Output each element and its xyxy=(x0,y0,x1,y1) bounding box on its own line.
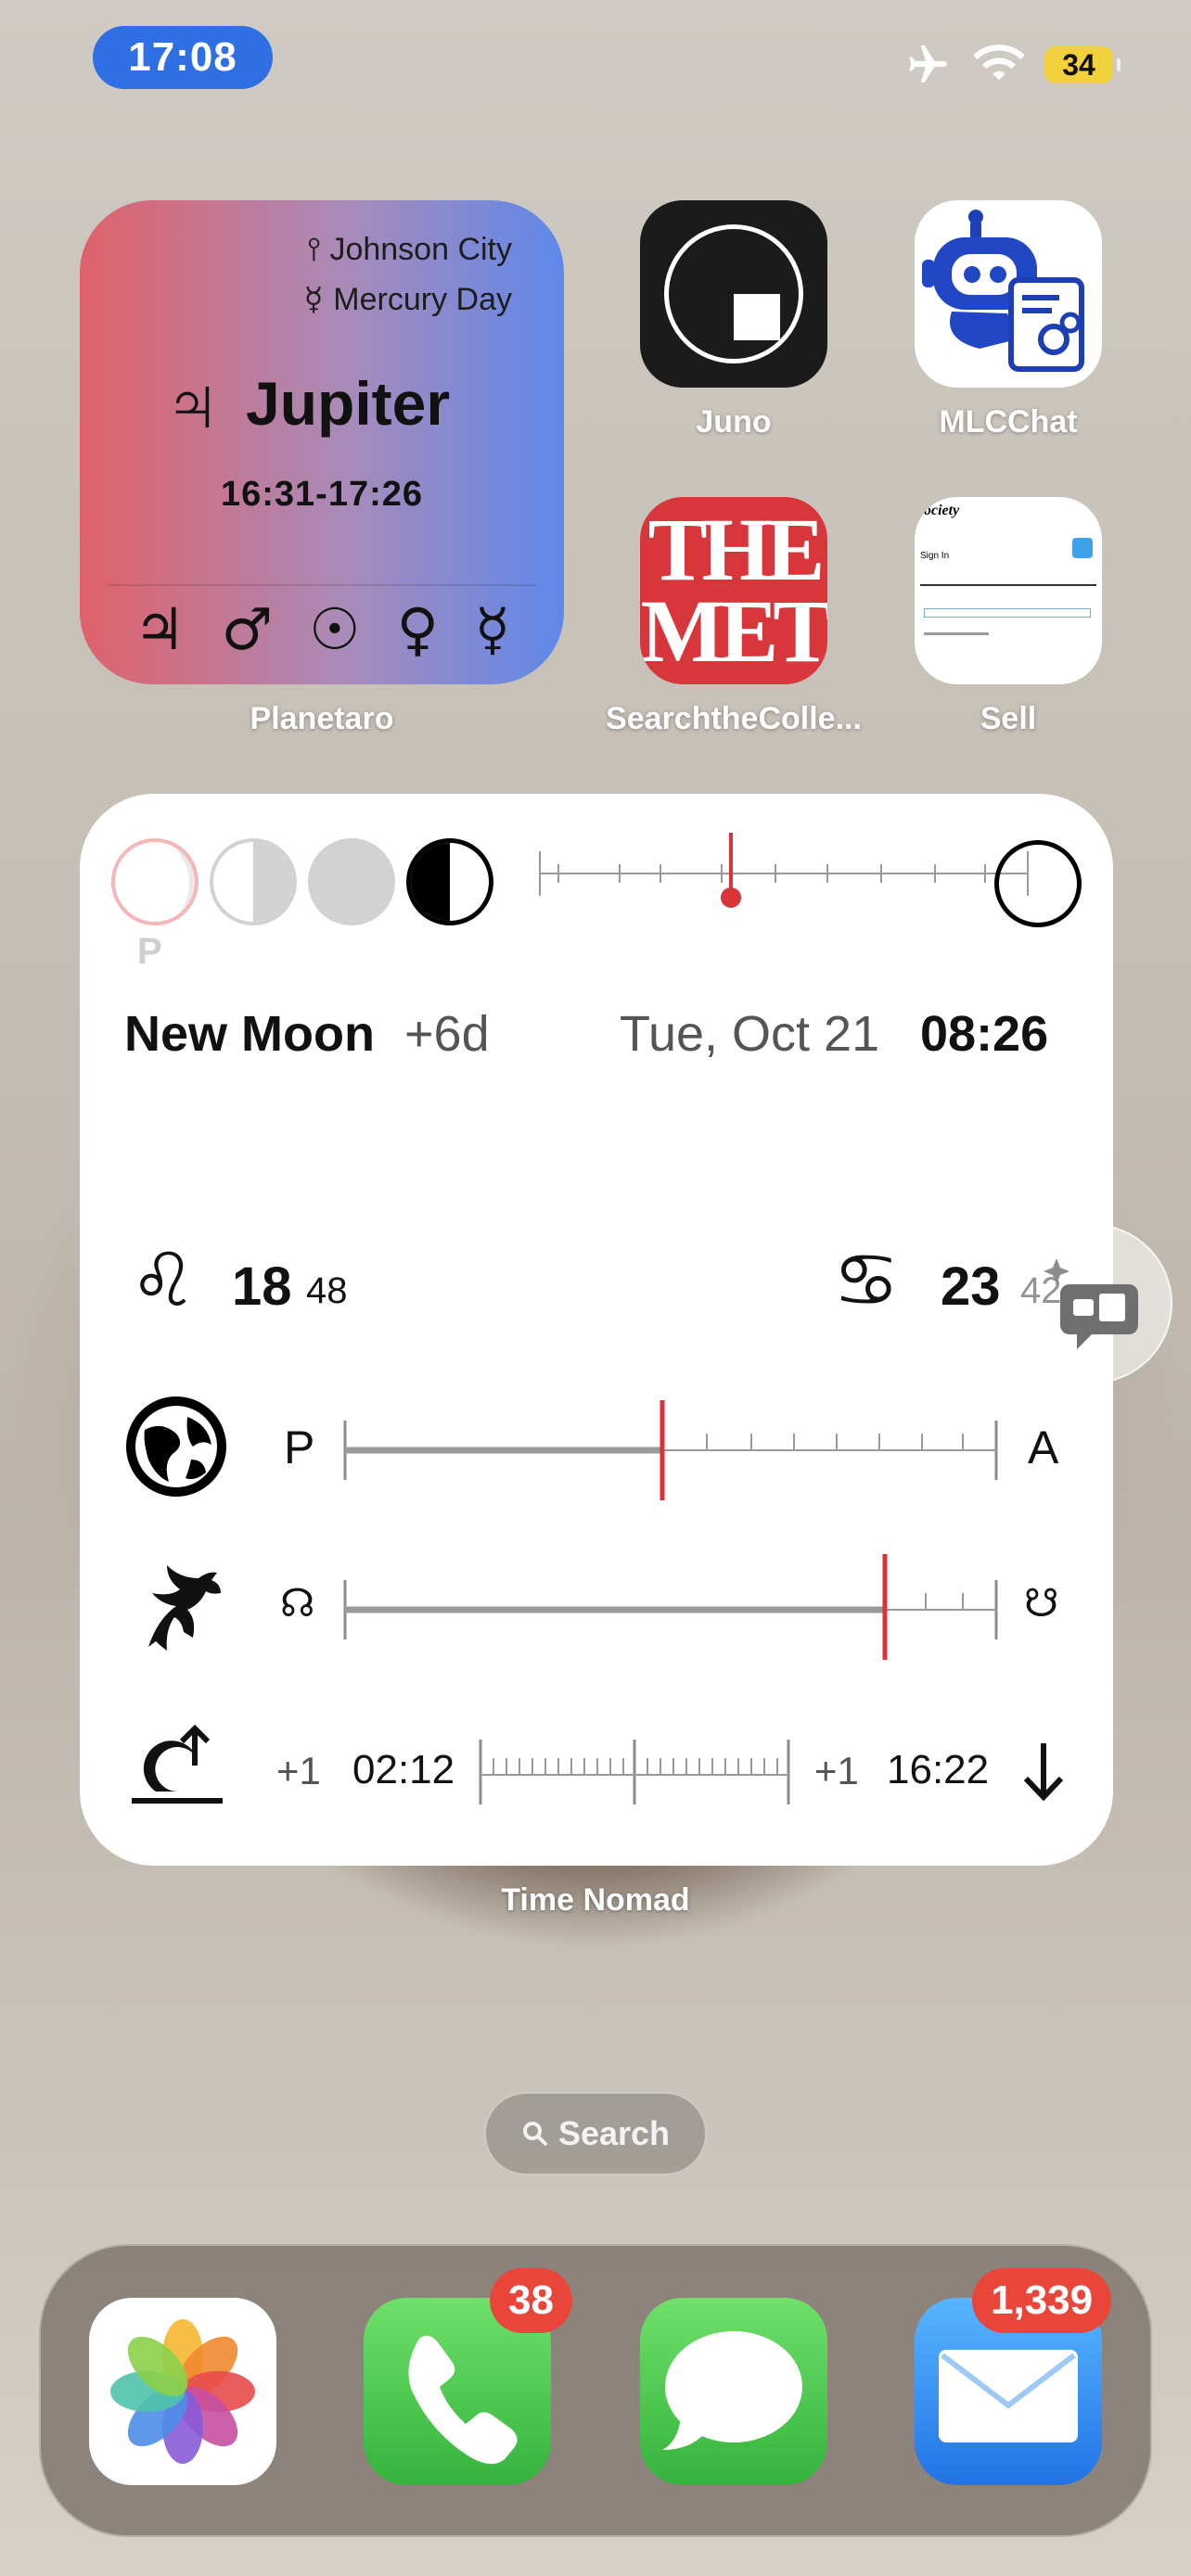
juno-app-icon[interactable] xyxy=(640,200,827,388)
moonset-day-offset: +1 xyxy=(814,1749,859,1792)
sun-symbol-icon: ☉ xyxy=(309,595,361,663)
spotlight-search-button[interactable]: Search xyxy=(484,2092,707,2175)
moonrise-time: 02:12 xyxy=(352,1747,455,1792)
sell-app-icon[interactable]: ociety Sign In xyxy=(915,497,1102,684)
chat-bubbles-icon xyxy=(1044,1258,1138,1349)
node-gauge xyxy=(343,1554,998,1660)
jupiter-symbol-icon: ♃ xyxy=(134,595,186,663)
planet-hour-row: ♃ Jupiter xyxy=(163,358,450,449)
assistant-button[interactable] xyxy=(1013,1224,1172,1384)
met-logo-top: THE xyxy=(647,500,826,599)
venus-symbol-icon: ♀ xyxy=(396,595,439,663)
twitter-icon xyxy=(1072,538,1093,558)
phase-letter: P xyxy=(137,931,162,972)
next-phase-date: Tue, Oct 21 xyxy=(620,1006,880,1062)
pin-icon: ⫯ xyxy=(307,232,330,267)
sell-thumb-title: ociety xyxy=(924,503,960,518)
moon-degree: 18 xyxy=(232,1256,292,1317)
moonset-arrow-icon xyxy=(1023,1743,1064,1802)
moonrise-day-offset: +1 xyxy=(276,1749,321,1792)
leo-icon: ♌ xyxy=(130,1237,197,1323)
robot-icon xyxy=(922,210,1084,372)
met-app-icon[interactable]: THE MET xyxy=(640,497,827,684)
perigee-label: P xyxy=(284,1422,315,1473)
planet-hours: 16:31-17:26 xyxy=(220,475,424,514)
planet-name: Jupiter xyxy=(246,369,451,438)
moon-phase-waxing-crescent-icon xyxy=(111,838,198,925)
juno-label: Juno xyxy=(696,404,772,440)
next-phase-offset: +6d xyxy=(404,1006,490,1062)
mlcchat-app-icon[interactable] xyxy=(915,200,1102,388)
globe-icon xyxy=(126,1396,226,1497)
next-phase-name: New Moon xyxy=(124,1006,375,1062)
photos-flower-icon xyxy=(110,2319,255,2464)
met-logo-bottom: MET xyxy=(640,581,827,681)
apogee-label: A xyxy=(1028,1422,1059,1473)
moon-phase-full-icon xyxy=(308,838,395,925)
mercury-symbol-icon: ☿ xyxy=(474,595,510,663)
moon-minute: 48 xyxy=(306,1270,348,1311)
south-node-icon: ☋ xyxy=(1024,1580,1059,1626)
battery-indicator: 34 xyxy=(1044,46,1121,83)
met-label: SearchtheColle... xyxy=(606,701,862,736)
planetaro-location-block: ⫯ Johnson City ☿ Mercury Day xyxy=(304,224,512,325)
dragon-icon xyxy=(148,1565,221,1651)
north-node-icon: ☊ xyxy=(280,1580,315,1626)
time-nomad-label: Time Nomad xyxy=(501,1882,690,1918)
moonrise-icon xyxy=(132,1724,223,1804)
mail-badge: 1,339 xyxy=(972,2268,1112,2333)
jupiter-icon: ♃ xyxy=(163,358,222,449)
planetaro-widget[interactable]: ⫯ Johnson City ☿ Mercury Day ♃ Jupiter 1… xyxy=(80,200,564,684)
next-phase-time: 08:26 xyxy=(920,1006,1049,1062)
planet-symbols: ♃ ♂ ☉ ♀ ☿ xyxy=(134,595,510,663)
messages-app-icon[interactable] xyxy=(640,2298,827,2485)
mercury-icon: ☿ xyxy=(303,281,334,318)
moonset-time: 16:22 xyxy=(887,1747,990,1792)
juno-ring-icon xyxy=(664,224,803,363)
status-time[interactable]: 17:08 xyxy=(93,26,273,89)
moon-phase-last-quarter-icon xyxy=(406,838,493,925)
search-label: Search xyxy=(557,2114,671,2152)
phase-timeline xyxy=(539,833,1029,908)
moon-phase-new-icon xyxy=(994,840,1082,927)
photos-app-icon[interactable] xyxy=(89,2298,276,2485)
message-bubble-icon xyxy=(662,2331,802,2450)
airplane-mode-icon xyxy=(909,45,947,83)
time-nomad-widget[interactable]: P New Moon +6d Tue, Oct 21 08:26 ♌ 18 48… xyxy=(80,794,1113,1866)
distance-gauge xyxy=(343,1400,998,1500)
cancer-icon: ♋ xyxy=(833,1237,900,1323)
mars-symbol-icon: ♂ xyxy=(221,595,274,663)
rise-set-timeline xyxy=(479,1740,790,1804)
sun-degree: 23 xyxy=(941,1256,1001,1317)
status-icons: 34 xyxy=(902,41,1121,89)
planetaro-day: Mercury Day xyxy=(333,282,512,317)
sell-label: Sell xyxy=(980,701,1037,736)
planetaro-label: Planetaro xyxy=(250,701,394,736)
sell-thumb-signin: Sign In xyxy=(920,551,950,561)
phone-badge: 38 xyxy=(490,2268,572,2333)
moon-phase-first-quarter-icon xyxy=(210,838,297,925)
divider xyxy=(108,584,536,586)
search-icon xyxy=(522,2122,547,2146)
wifi-icon xyxy=(974,45,1024,81)
mlcchat-label: MLCChat xyxy=(939,404,1078,440)
planetaro-location: Johnson City xyxy=(329,232,512,267)
